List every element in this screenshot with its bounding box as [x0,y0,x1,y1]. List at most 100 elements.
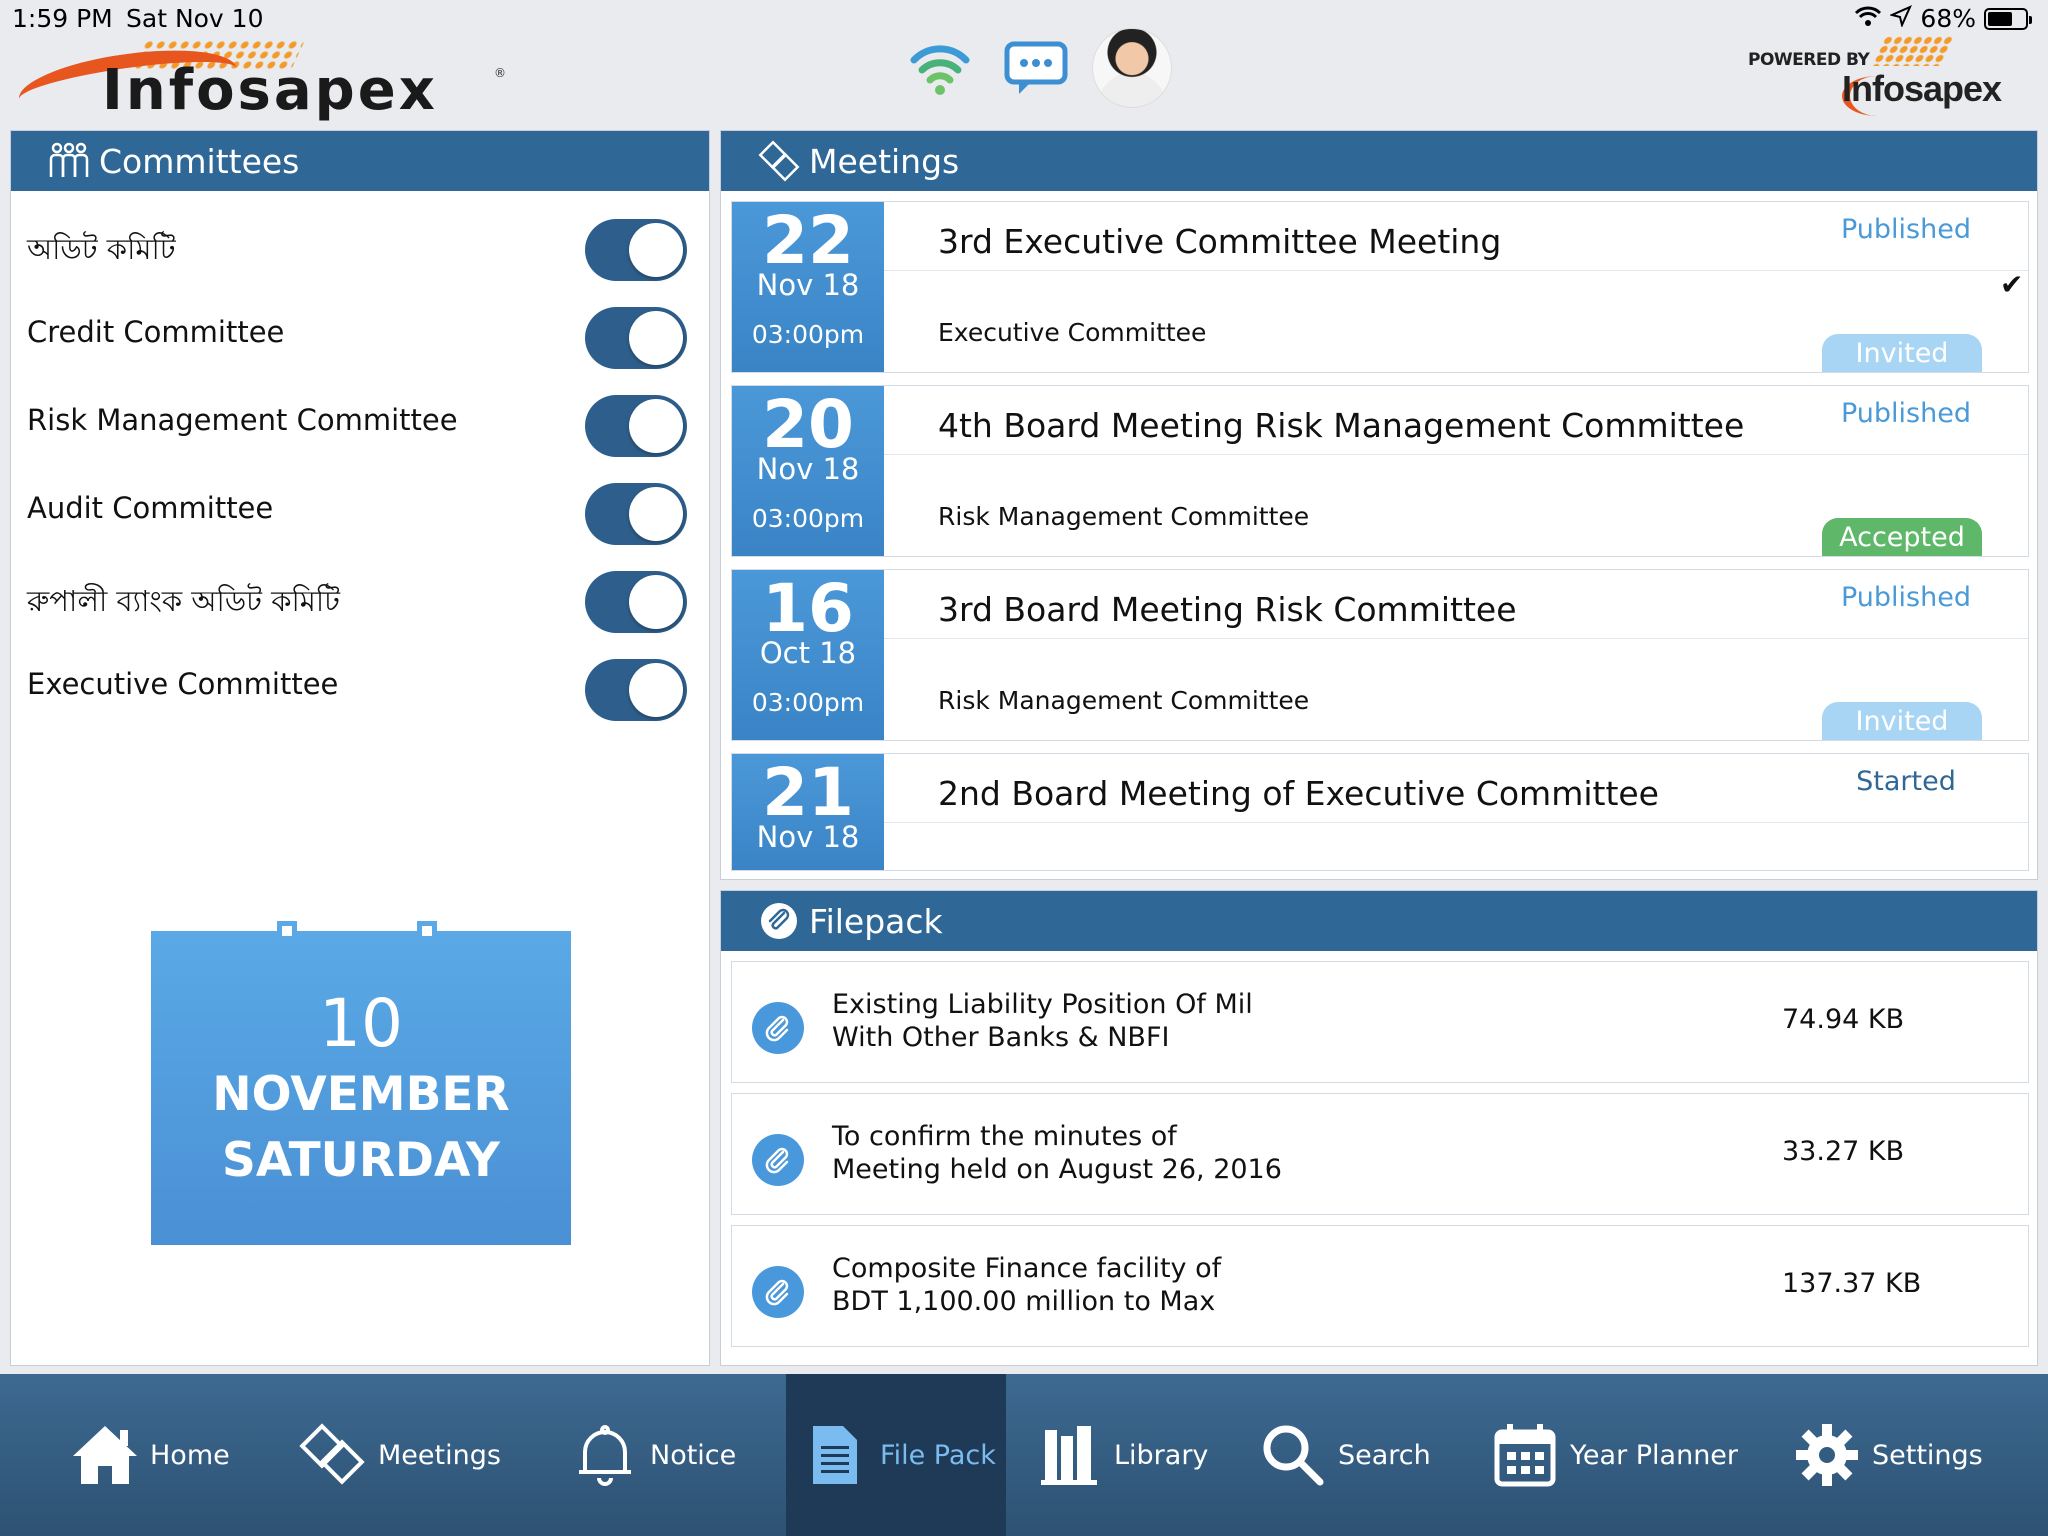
tab-library[interactable]: Library [1034,1374,1208,1536]
meeting-date: 16 Oct 18 03:00pm [732,570,884,740]
meeting-date: 21 Nov 18 [732,754,884,870]
meeting-time: 03:00pm [751,320,865,349]
calendar-weekday: SATURDAY [222,1133,500,1188]
invitation-badge[interactable]: Invited [1822,334,1982,372]
books-icon [1034,1420,1104,1490]
paperclip-icon [757,899,801,943]
committee-row: Credit Committee [27,299,687,369]
tab-label: Year Planner [1570,1439,1739,1471]
tab-home[interactable]: Home [70,1374,230,1536]
meeting-committee: Risk Management Committee [938,686,1310,715]
meeting-committee: Executive Committee [938,318,1207,347]
committee-label: অডিট কমিটি [27,232,176,266]
meeting-date: 22 Nov 18 03:00pm [732,202,884,372]
people-icon [47,139,91,183]
meeting-title: 4th Board Meeting Risk Management Commit… [938,406,1745,445]
committees-header: Committees [11,131,709,191]
file-row[interactable]: To confirm the minutes of Meeting held o… [731,1093,2029,1215]
attachment-icon [752,1134,804,1186]
attachment-icon [752,1002,804,1054]
tab-settings[interactable]: Settings [1792,1374,1983,1536]
filepack-header: Filepack [721,891,2037,951]
handshake-icon [298,1420,368,1490]
committee-row: Risk Management Committee [27,387,687,457]
committee-toggle[interactable] [585,307,687,369]
handshake-icon [757,139,801,183]
committee-label: Credit Committee [27,315,285,349]
meeting-committee: Risk Management Committee [938,502,1310,531]
calendar-month: NOVEMBER [212,1067,510,1122]
file-size: 137.37 KB [1782,1268,1922,1299]
tab-year-planner[interactable]: Year Planner [1490,1374,1738,1536]
meeting-time: 03:00pm [751,688,865,717]
committee-label: Executive Committee [27,667,339,701]
file-name-line: Meeting held on August 26, 2016 [832,1154,1282,1185]
meetings-panel: Meetings 22 Nov 18 03:00pm 3rd Executive… [720,130,2038,880]
meeting-card[interactable]: 21 Nov 18 2nd Board Meeting of Executive… [731,753,2029,871]
filepack-panel: Filepack Existing Liability Position Of … [720,890,2038,1366]
tab-file-pack[interactable]: File Pack [786,1374,1006,1536]
committees-title: Committees [99,141,300,181]
file-row[interactable]: Existing Liability Position Of Mil With … [731,961,2029,1083]
committee-row: অডিট কমিটি [27,211,687,281]
file-name: Composite Finance facility of BDT 1,100.… [832,1252,1432,1318]
committee-row: রুপালী ব্যাংক অডিট কমিটি [27,563,687,633]
meeting-month: Nov 18 [756,268,860,302]
user-avatar[interactable] [1092,28,1172,108]
committee-toggle[interactable] [585,571,687,633]
status-bar: 1:59 PM Sat Nov 10 68% [0,0,2048,40]
chat-icon[interactable] [996,28,1076,108]
tab-label: Settings [1872,1439,1983,1471]
committee-toggle[interactable] [585,483,687,545]
gear-icon [1792,1420,1862,1490]
calendar-ring [277,921,297,941]
wifi-status-icon [1854,4,1882,33]
tab-search[interactable]: Search [1258,1374,1431,1536]
committee-label: Risk Management Committee [27,403,458,437]
committee-label: Audit Committee [27,491,274,525]
committee-toggle[interactable] [585,219,687,281]
tab-label: Notice [650,1439,737,1471]
calendar-icon [1490,1420,1560,1490]
battery-icon [1984,7,2032,30]
header-icons [900,28,1172,108]
home-icon [70,1420,140,1490]
tab-meetings[interactable]: Meetings [298,1374,501,1536]
file-name-line: BDT 1,100.00 million to Max [832,1286,1216,1317]
search-icon [1258,1420,1328,1490]
meeting-title: 3rd Board Meeting Risk Committee [938,590,1517,629]
meeting-title: 2nd Board Meeting of Executive Committee [938,774,1659,813]
tab-label: Home [150,1439,230,1471]
tab-label: File Pack [880,1439,996,1471]
attachment-icon [752,1266,804,1318]
meeting-card[interactable]: 22 Nov 18 03:00pm 3rd Executive Committe… [731,201,2029,373]
bottom-tab-bar: Home Meetings Notice File Pack Library S [0,1374,2048,1536]
tab-label: Library [1114,1439,1209,1471]
committee-toggle[interactable] [585,395,687,457]
logo-text: Infosapex [102,58,438,123]
file-name: To confirm the minutes of Meeting held o… [832,1120,1432,1186]
meeting-month: Nov 18 [756,820,860,854]
meeting-card[interactable]: 20 Nov 18 03:00pm 4th Board Meeting Risk… [731,385,2029,557]
meeting-month: Nov 18 [756,452,860,486]
meeting-card[interactable]: 16 Oct 18 03:00pm 3rd Board Meeting Risk… [731,569,2029,741]
file-size: 33.27 KB [1782,1136,1905,1167]
meetings-title: Meetings [809,141,960,181]
calendar-day: 10 [319,985,403,1062]
meeting-status: Published [1841,214,1971,245]
document-icon [800,1420,870,1490]
meeting-status: Published [1841,398,1971,429]
invitation-badge[interactable]: Accepted [1822,518,1982,556]
tab-notice[interactable]: Notice [570,1374,736,1536]
file-size: 74.94 KB [1782,1004,1905,1035]
meeting-status: Started [1856,766,1956,797]
wifi-icon[interactable] [900,28,980,108]
file-row[interactable]: Composite Finance facility of BDT 1,100.… [731,1225,2029,1347]
committees-panel: Committees অডিট কমিটি Credit Committee R… [10,130,710,1366]
filepack-title: Filepack [809,901,943,941]
file-name-line: With Other Banks & NBFI [832,1022,1170,1053]
powered-by-brand: Infosapex [1842,68,2002,109]
invitation-badge[interactable]: Invited [1822,702,1982,740]
committee-toggle[interactable] [585,659,687,721]
meeting-title: 3rd Executive Committee Meeting [938,222,1502,261]
